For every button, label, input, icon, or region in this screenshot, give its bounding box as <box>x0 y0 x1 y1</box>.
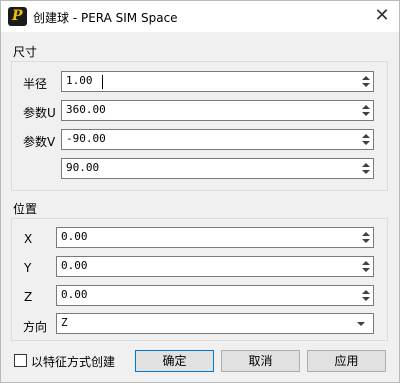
text-caret <box>102 75 103 89</box>
chevron-up-icon[interactable] <box>362 134 370 138</box>
chevron-down-icon[interactable] <box>362 170 370 174</box>
radius-label: 半径 <box>23 77 48 91</box>
direction-select[interactable]: Z <box>56 313 374 334</box>
size-section-label: 尺寸 <box>13 45 38 59</box>
dialog-window: P 创建球 - PERA SIM Space ✕ 尺寸 半径 1.00 参数U … <box>0 0 400 383</box>
x-value: 0.00 <box>61 230 88 243</box>
create-as-feature-checkbox[interactable] <box>14 354 27 367</box>
chevron-up-icon[interactable] <box>362 163 370 167</box>
param-u-value: 360.00 <box>66 103 106 116</box>
window-title: 创建球 - PERA SIM Space <box>33 11 178 25</box>
y-value: 0.00 <box>61 259 88 272</box>
x-spinbox[interactable]: 0.00 <box>56 227 374 248</box>
create-as-feature-label[interactable]: 以特征方式创建 <box>31 353 115 370</box>
chevron-down-icon[interactable] <box>362 297 370 301</box>
chevron-down-icon[interactable] <box>362 268 370 272</box>
radius-spinbox[interactable]: 1.00 <box>61 71 374 92</box>
position-section-label: 位置 <box>13 202 38 216</box>
param-u-label: 参数U <box>23 106 56 120</box>
param-v-max-spinbox[interactable]: 90.00 <box>61 158 374 179</box>
ok-button[interactable]: 确定 <box>135 350 214 372</box>
chevron-down-icon[interactable] <box>362 239 370 243</box>
chevron-up-icon[interactable] <box>362 232 370 236</box>
direction-value: Z <box>61 316 68 329</box>
cancel-button[interactable]: 取消 <box>221 350 300 372</box>
chevron-up-icon[interactable] <box>362 105 370 109</box>
param-u-spinbox[interactable]: 360.00 <box>61 100 374 121</box>
chevron-down-icon[interactable] <box>362 83 370 87</box>
z-spinbox[interactable]: 0.00 <box>56 285 374 306</box>
y-spinbox[interactable]: 0.00 <box>56 256 374 277</box>
x-label: X <box>24 232 33 246</box>
title-bar[interactable]: P 创建球 - PERA SIM Space ✕ <box>1 1 399 32</box>
param-v-max-value: 90.00 <box>66 161 100 174</box>
direction-label: 方向 <box>23 320 48 334</box>
close-icon[interactable]: ✕ <box>371 5 393 27</box>
app-logo-icon: P <box>8 7 27 26</box>
param-v-label: 参数V <box>23 135 56 149</box>
param-v-min-spinbox[interactable]: -90.00 <box>61 129 374 150</box>
chevron-up-icon[interactable] <box>362 290 370 294</box>
radius-value: 1.00 <box>66 74 93 87</box>
y-label: Y <box>24 261 32 275</box>
apply-button[interactable]: 应用 <box>307 350 386 372</box>
dropdown-arrow-icon[interactable] <box>357 322 365 326</box>
chevron-down-icon[interactable] <box>362 141 370 145</box>
param-v-min-value: -90.00 <box>66 132 106 145</box>
z-label: Z <box>24 290 33 304</box>
chevron-up-icon[interactable] <box>362 261 370 265</box>
z-value: 0.00 <box>61 288 88 301</box>
chevron-up-icon[interactable] <box>362 76 370 80</box>
chevron-down-icon[interactable] <box>362 112 370 116</box>
